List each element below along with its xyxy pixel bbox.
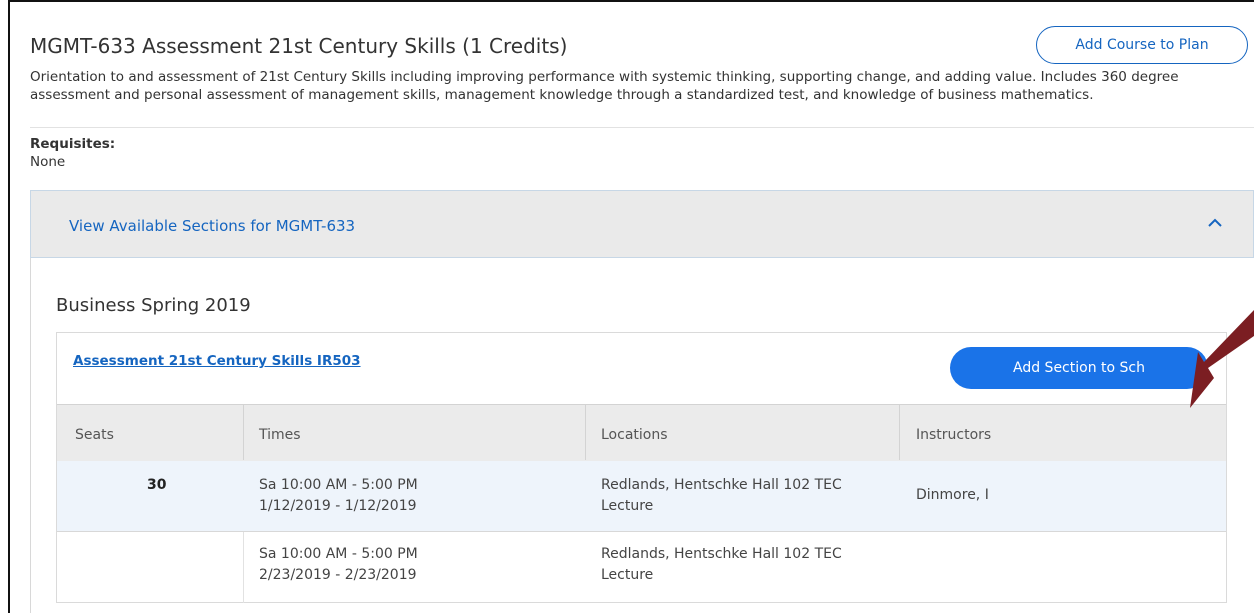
seats-value: 30: [147, 477, 167, 493]
column-header-locations: Locations: [601, 427, 668, 443]
time-range: Sa 10:00 AM - 5:00 PM: [259, 477, 418, 493]
term-title: Business Spring 2019: [56, 295, 251, 316]
view-sections-toggle[interactable]: View Available Sections for MGMT-633: [30, 190, 1254, 258]
chevron-up-icon[interactable]: [1205, 213, 1225, 233]
time-range: Sa 10:00 AM - 5:00 PM: [259, 546, 418, 562]
divider: [30, 127, 1254, 128]
column-divider: [585, 404, 586, 460]
meeting-type: Lecture: [601, 567, 654, 583]
location-value: Redlands, Hentschke Hall 102 TEC: [601, 477, 842, 493]
date-range: 1/12/2019 - 1/12/2019: [259, 498, 417, 514]
column-header-seats: Seats: [75, 427, 114, 443]
requisites-value: None: [30, 154, 66, 170]
sections-table-header: Seats Times Locations Instructors: [57, 404, 1226, 462]
requisites-label: Requisites:: [30, 136, 116, 152]
column-header-instructors: Instructors: [916, 427, 992, 443]
column-divider: [899, 404, 900, 460]
section-title-link[interactable]: Assessment 21st Century Skills IR503: [73, 353, 361, 369]
table-row: 30 Sa 10:00 AM - 5:00 PM 1/12/2019 - 1/1…: [57, 461, 1226, 532]
column-header-times: Times: [259, 427, 301, 443]
row-divider: [243, 532, 244, 603]
view-sections-label: View Available Sections for MGMT-633: [69, 217, 356, 235]
annotation-arrow-icon: [1190, 310, 1254, 408]
course-title: MGMT-633 Assessment 21st Century Skills …: [30, 34, 568, 58]
column-divider: [243, 404, 244, 460]
location-value: Redlands, Hentschke Hall 102 TEC: [601, 546, 842, 562]
course-description: Orientation to and assessment of 21st Ce…: [30, 69, 1179, 103]
screenshot-frame-left: [8, 0, 10, 613]
table-row: Sa 10:00 AM - 5:00 PM 2/23/2019 - 2/23/2…: [243, 532, 1226, 602]
screenshot-frame-top: [8, 0, 1254, 2]
date-range: 2/23/2019 - 2/23/2019: [259, 567, 417, 583]
meeting-type: Lecture: [601, 498, 654, 514]
add-course-to-plan-button[interactable]: Add Course to Plan: [1036, 26, 1248, 64]
instructor-value: Dinmore, I: [916, 487, 989, 503]
